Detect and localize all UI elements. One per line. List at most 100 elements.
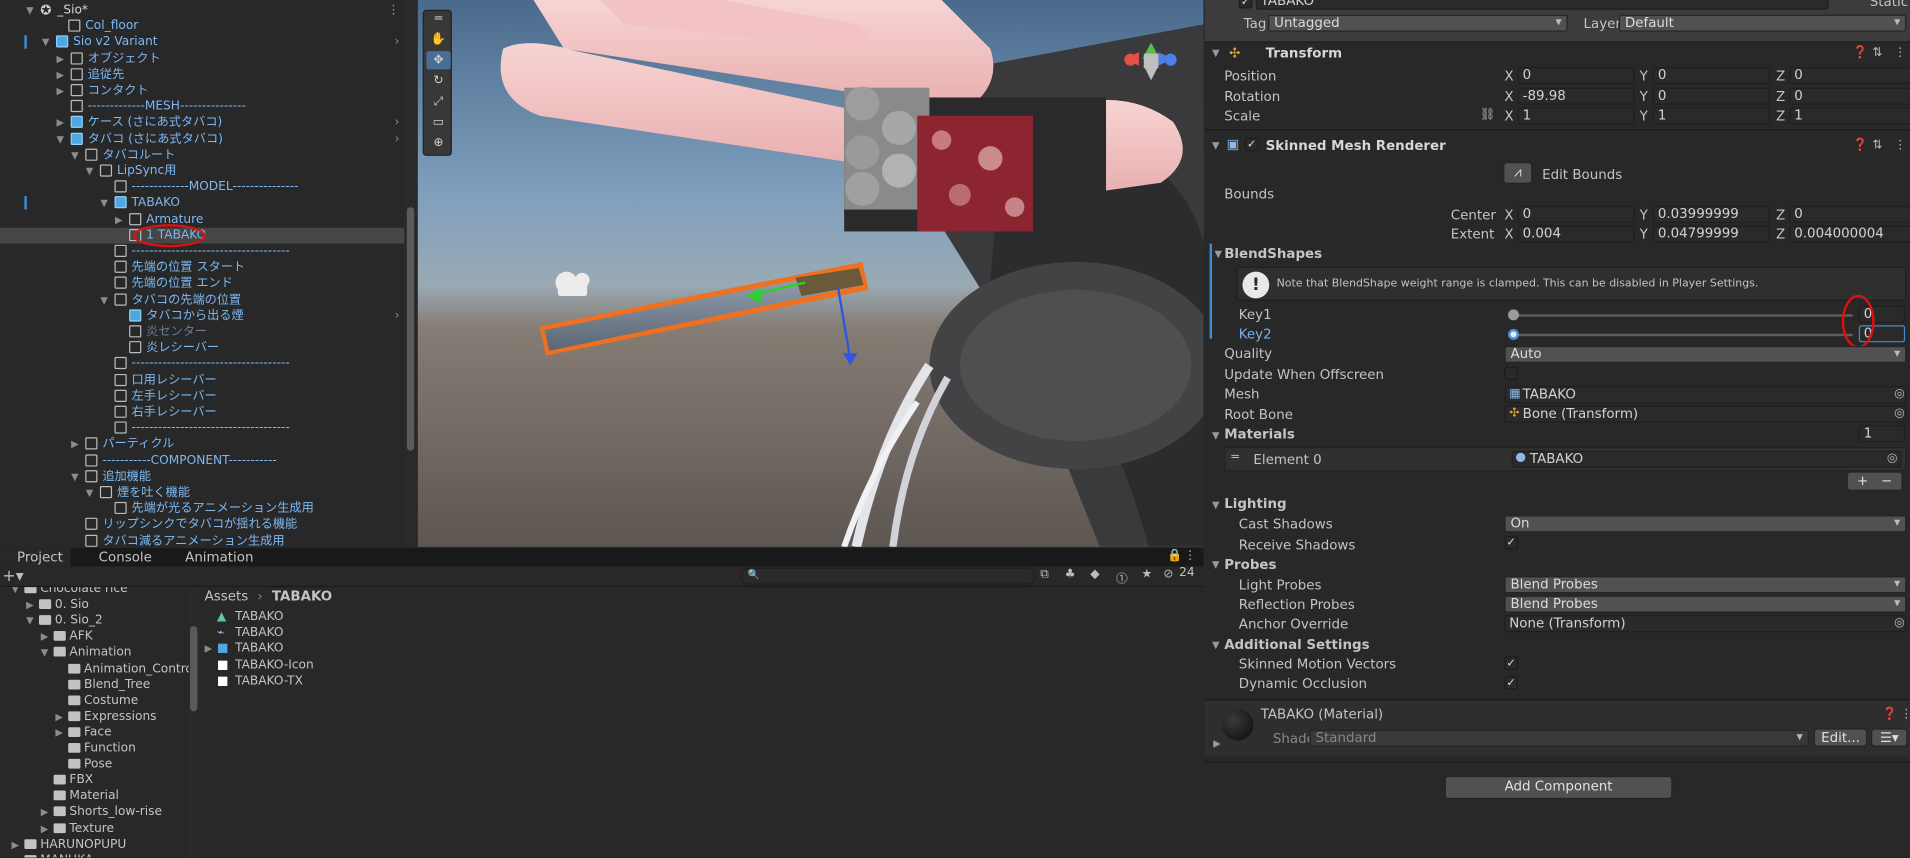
open-prefab-chevron-icon[interactable]: › [395, 115, 400, 131]
project-folder-tree[interactable]: ▼ Chocolate rice ▶ 0. Sio ▼ 0. Sio_2 ▶ AFK ▼ Anim… [0, 587, 200, 858]
transform-tool-icon[interactable]: ⊕ [426, 134, 450, 152]
object-picker-icon[interactable]: ◎ [1894, 616, 1905, 629]
lock-icon[interactable]: 🔒 [1167, 549, 1182, 562]
extent-x-field[interactable]: 0.004 [1517, 225, 1635, 243]
folder-tree-item[interactable]: ▼ 0. Sio_2 [0, 613, 189, 629]
motion-vectors-checkbox[interactable]: ✓ [1504, 656, 1518, 670]
hierarchy-row[interactable]: リップシンクでタバコが揺れる機能 [0, 517, 404, 533]
root-bone-field[interactable]: Bone (Transform) [1504, 405, 1907, 423]
scale-z-field[interactable]: 1 [1789, 107, 1910, 125]
center-z-label[interactable]: Z [1776, 207, 1785, 223]
folder-tree-item[interactable]: Animation_Control [0, 661, 196, 677]
hierarchy-row[interactable]: ▼ 煙を吐く機能 [0, 485, 404, 501]
folder-tree-item[interactable]: ▶ AFK [0, 629, 189, 645]
shader-options-button[interactable]: ☰▾ [1871, 728, 1908, 747]
hierarchy-row[interactable]: ▼ タバコルート [0, 147, 404, 163]
mesh-field[interactable]: TABAKO [1504, 386, 1907, 404]
additional-settings-label[interactable]: Additional Settings [1224, 637, 1369, 653]
folder-tree-item[interactable]: Pose [0, 757, 189, 773]
breadcrumb-assets[interactable]: Assets [205, 588, 249, 604]
scene-menu-icon[interactable]: ⋮ [387, 2, 399, 18]
tool-dock[interactable]: ═ ✋ ✥ ↻ ⤢ ▭ ⊕ [422, 9, 452, 156]
folder-tree-item[interactable]: Material [0, 788, 189, 804]
hierarchy-row[interactable]: ▼ TABAKO [0, 195, 404, 211]
fold-arrow-icon[interactable]: ▼ [1212, 140, 1219, 151]
favorite-star-icon[interactable]: ★ [1141, 568, 1152, 581]
hierarchy-row[interactable]: ▶ パーティクル [0, 437, 404, 453]
dock-handle-icon[interactable]: ═ [426, 10, 450, 28]
hierarchy-row[interactable]: ------------------------------------ [0, 356, 404, 372]
element0-field[interactable]: TABAKO [1511, 450, 1902, 468]
expand-arrow-icon[interactable]: ▼ [10, 587, 21, 597]
position-z-label[interactable]: Z [1776, 68, 1785, 84]
collapse-arrow-icon[interactable]: ▶ [24, 597, 35, 613]
collapse-arrow-icon[interactable]: ▶ [55, 51, 66, 67]
folder-tree-item[interactable]: Blend_Tree [0, 677, 189, 693]
open-prefab-chevron-icon[interactable]: › [395, 35, 400, 51]
tab-animation[interactable]: Animation [168, 548, 265, 566]
position-x-label[interactable]: X [1504, 68, 1513, 84]
dynamic-occlusion-checkbox[interactable]: ✓ [1504, 676, 1518, 690]
hierarchy-row[interactable]: ▼ 追加機能 [0, 469, 404, 485]
object-picker-icon[interactable]: ◎ [1894, 387, 1905, 400]
folder-tree-item[interactable]: Costume [0, 693, 189, 709]
expand-arrow-icon[interactable]: ▼ [69, 469, 80, 485]
hierarchy-row[interactable]: ▼ LipSync用 [0, 163, 404, 179]
layer-dropdown[interactable]: Default [1618, 14, 1907, 32]
collapse-arrow-icon[interactable]: ▶ [113, 211, 124, 227]
hierarchy-row[interactable]: Col_floor [0, 18, 404, 34]
add-component-button[interactable]: Add Component [1444, 775, 1673, 800]
rotation-y-label[interactable]: Y [1640, 89, 1648, 105]
position-y-label[interactable]: Y [1640, 68, 1648, 84]
folder-tree-item[interactable]: FBX [0, 773, 189, 789]
extent-x-label[interactable]: X [1504, 227, 1513, 243]
collapse-arrow-icon[interactable]: ▶ [10, 836, 21, 852]
smr-title[interactable]: Skinned Mesh Renderer [1266, 138, 1446, 154]
project-asset-area[interactable] [200, 587, 1204, 858]
key2-slider-knob[interactable] [1508, 328, 1519, 340]
hierarchy-scrollbar[interactable] [404, 0, 417, 547]
hierarchy-row[interactable]: 炎センター [0, 324, 404, 340]
anchor-override-field[interactable]: None (Transform) [1504, 615, 1907, 633]
rect-tool-icon[interactable]: ▭ [426, 113, 450, 131]
center-y-label[interactable]: Y [1640, 207, 1648, 223]
help-icon[interactable]: ❓ [1882, 708, 1897, 721]
tag-icon[interactable]: ◆ [1090, 568, 1099, 581]
collapse-arrow-icon[interactable]: ▶ [55, 83, 66, 99]
extent-z-label[interactable]: Z [1776, 227, 1785, 243]
extent-z-field[interactable]: 0.004000004 [1789, 225, 1910, 243]
quality-dropdown[interactable]: Auto [1504, 345, 1907, 363]
light-probes-dropdown[interactable]: Blend Probes [1504, 576, 1907, 594]
hierarchy-row[interactable]: ▶ Armature [0, 211, 404, 227]
smr-enabled-checkbox[interactable]: ✓ [1244, 137, 1259, 152]
center-x-field[interactable]: 0 [1517, 205, 1635, 223]
tab-project[interactable]: Project [0, 548, 71, 567]
fold-arrow-icon[interactable]: ▼ [1212, 559, 1219, 570]
warning-icon[interactable]: ⓵ [1116, 568, 1128, 586]
shader-edit-button[interactable]: Edit... [1813, 728, 1868, 747]
folder-tree-item[interactable]: ▶ Texture [0, 820, 189, 836]
collapse-arrow-icon[interactable]: ▶ [39, 804, 50, 820]
expand-arrow-icon[interactable]: ▼ [24, 613, 35, 629]
receive-shadows-checkbox[interactable]: ✓ [1504, 535, 1518, 550]
folder-tree-item[interactable]: ▶ Expressions [0, 709, 189, 725]
object-name-field[interactable]: TABAKO [1255, 0, 1829, 10]
add-asset-icon[interactable]: +▾ [2, 568, 23, 586]
expand-arrow-icon[interactable]: ▼ [39, 645, 50, 661]
folder-tree-item[interactable]: ▼ Animation [0, 645, 189, 661]
expand-arrow-icon[interactable]: ▼ [99, 292, 110, 308]
lighting-label[interactable]: Lighting [1224, 496, 1286, 512]
collapse-arrow-icon[interactable]: ▶ [205, 641, 212, 657]
object-picker-icon[interactable]: ◎ [1887, 452, 1898, 465]
fold-arrow-icon[interactable]: ▼ [1214, 248, 1221, 259]
hierarchy-row[interactable]: 1 TABAKO [0, 223, 405, 248]
update-offscreen-checkbox[interactable] [1504, 366, 1518, 381]
rotation-y-field[interactable]: 0 [1652, 87, 1770, 105]
scale-x-field[interactable]: 1 [1517, 107, 1635, 125]
transform-title[interactable]: Transform [1266, 45, 1342, 61]
collapse-arrow-icon[interactable]: ▶ [55, 67, 66, 83]
folder-tree-item[interactable]: Function [0, 741, 189, 757]
hierarchy-row[interactable]: ------------------------------------ [0, 244, 404, 260]
open-prefab-chevron-icon[interactable]: › [395, 131, 400, 147]
fold-arrow-icon[interactable]: ▼ [1212, 640, 1219, 651]
